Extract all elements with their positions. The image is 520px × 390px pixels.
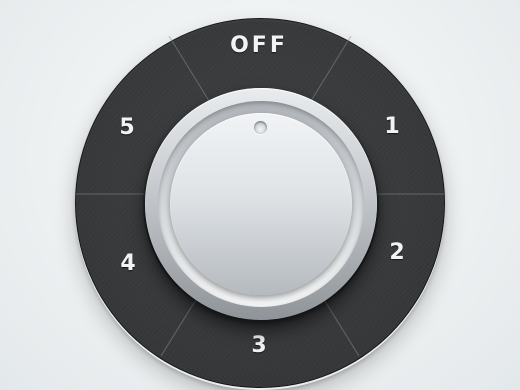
dial-position-1[interactable]: 1 (352, 116, 432, 138)
control-panel: OFF 1 2 3 4 5 (0, 0, 520, 390)
dial-position-4[interactable]: 4 (88, 253, 168, 275)
dial-position-off[interactable]: OFF (219, 35, 299, 57)
dial-position-3[interactable]: 3 (219, 335, 299, 357)
rotary-knob[interactable] (145, 88, 377, 320)
dial-position-5[interactable]: 5 (87, 117, 167, 139)
